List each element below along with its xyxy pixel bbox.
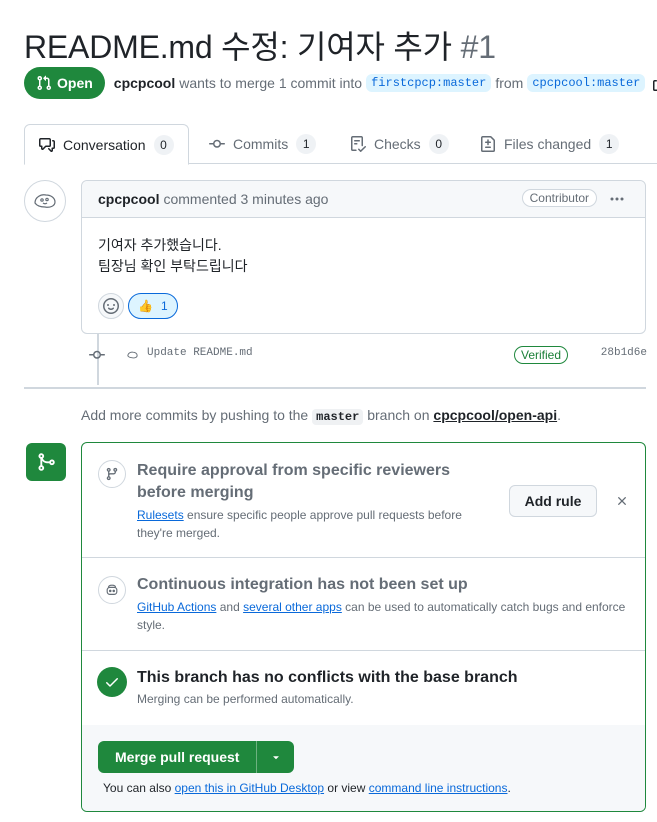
push-note-repo-link[interactable]: cpcpcool/open-api: [433, 407, 557, 423]
contributor-badge: Contributor: [521, 189, 597, 207]
also-suffix: .: [507, 781, 511, 795]
kebab-horizontal-icon[interactable]: [607, 189, 627, 209]
pr-title: README.md 수정: 기여자 추가 #1: [24, 22, 496, 68]
add-reaction-button[interactable]: [98, 293, 124, 319]
ci-desc: GitHub Actions and several other apps ca…: [137, 598, 627, 634]
git-commit-icon: [89, 347, 105, 366]
rules-section: Require approval from specific reviewers…: [82, 443, 645, 558]
git-pull-request-icon: [37, 75, 52, 91]
command-line-link[interactable]: command line instructions: [369, 781, 508, 795]
other-apps-link[interactable]: several other apps: [243, 600, 342, 614]
push-note: Add more commits by pushing to the maste…: [81, 407, 561, 425]
pr-author-link[interactable]: cpcpcool: [114, 75, 175, 91]
from-text: from: [495, 75, 524, 91]
tab-conversation[interactable]: Conversation 0: [24, 124, 189, 165]
git-branch-icon: [98, 460, 126, 488]
tab-checks-count: 0: [428, 134, 449, 154]
git-commit-icon: [209, 139, 225, 148]
push-note-branch: master: [312, 409, 364, 425]
triangle-down-icon: [273, 756, 279, 760]
rules-title: Require approval from specific reviewers…: [137, 462, 451, 501]
verified-badge[interactable]: Verified: [514, 346, 569, 364]
rules-desc-text: ensure specific people approve pull requ…: [137, 508, 462, 540]
avatar-sketch-icon: [34, 194, 56, 208]
merge-button-group: Merge pull request: [98, 741, 295, 773]
merge-footer: Merge pull request You can also open thi…: [82, 725, 645, 811]
base-branch-link[interactable]: firstcpcp:master: [366, 74, 492, 92]
git-merge-icon: [38, 453, 55, 471]
conflict-desc: Merging can be performed automatically.: [137, 692, 354, 706]
commit-avatar-icon: [126, 348, 139, 364]
commit-sha-link[interactable]: 28b1d6e: [601, 347, 647, 359]
tab-commits-count: 1: [296, 134, 317, 154]
copy-icon[interactable]: [653, 75, 657, 91]
merge-text: wants to merge 1 commit into: [179, 75, 363, 91]
tab-conversation-count: 0: [153, 134, 174, 155]
thumbs-up-reaction[interactable]: 👍 1: [128, 293, 178, 319]
tab-checks-label: Checks: [374, 136, 421, 152]
tab-checks[interactable]: Checks 0: [336, 124, 463, 164]
push-note-middle: branch on: [367, 407, 430, 423]
comment-line-2: 팀장님 확인 부탁드립니다: [98, 258, 248, 274]
avatar[interactable]: [24, 180, 66, 222]
state-badge-open: Open: [24, 67, 105, 99]
ci-section: Continuous integration has not been set …: [82, 558, 645, 651]
also-middle: or view: [327, 781, 366, 795]
check-circle-icon: [97, 667, 127, 697]
timeline-divider: [24, 387, 646, 389]
merge-method-dropdown[interactable]: [256, 741, 295, 773]
ci-title: Continuous integration has not been set …: [137, 576, 468, 593]
merge-summary: cpcpcool wants to merge 1 commit into fi…: [114, 74, 657, 92]
timeline-commit: Update README.md Verified 28b1d6e: [81, 344, 647, 366]
copilot-icon: [98, 576, 126, 604]
pr-title-text: README.md 수정: 기여자 추가: [24, 29, 452, 65]
tab-commits[interactable]: Commits 1: [195, 124, 330, 164]
smiley-icon: [103, 298, 119, 314]
tab-files-changed[interactable]: Files changed 1: [466, 124, 633, 164]
reaction-count: 1: [160, 299, 168, 313]
commit-message-link[interactable]: Update README.md: [147, 347, 253, 359]
tab-files-changed-label: Files changed: [504, 136, 592, 152]
comment-meta[interactable]: commented 3 minutes ago: [163, 191, 328, 207]
comment-card: cpcpcool commented 3 minutes ago Contrib…: [81, 180, 646, 334]
conflict-title: This branch has no conflicts with the ba…: [137, 669, 518, 686]
also-prefix: You can also: [103, 781, 172, 795]
rulesets-link[interactable]: Rulesets: [137, 508, 184, 522]
comment-body: 기여자 추가했습니다. 팀장님 확인 부탁드립니다: [82, 218, 645, 277]
push-note-prefix: Add more commits by pushing to the: [81, 407, 309, 423]
ci-and-text: and: [219, 600, 240, 614]
merge-pull-request-button[interactable]: Merge pull request: [98, 741, 257, 773]
pr-number: #1: [460, 29, 496, 65]
tab-commits-label: Commits: [233, 136, 289, 152]
thumbs-up-emoji: 👍: [138, 299, 153, 313]
pr-status-row: Open cpcpcool wants to merge 1 commit in…: [24, 67, 657, 99]
comment-discussion-icon: [39, 137, 55, 152]
merge-status-icon: [26, 443, 66, 481]
close-icon[interactable]: [612, 491, 632, 511]
head-branch-link[interactable]: cpcpcool:master: [527, 74, 646, 92]
tab-files-changed-count: 1: [599, 134, 620, 154]
reactions: 👍 1: [98, 293, 178, 319]
state-label: Open: [57, 75, 93, 91]
checklist-icon: [351, 136, 366, 152]
github-desktop-link[interactable]: open this in GitHub Desktop: [175, 781, 324, 795]
github-actions-link[interactable]: GitHub Actions: [137, 600, 216, 614]
merge-box: Require approval from specific reviewers…: [81, 442, 646, 812]
pr-tabs: Conversation 0 Commits 1 Checks 0 Files …: [24, 124, 657, 165]
push-note-suffix: .: [557, 407, 561, 423]
also-text: You can also open this in GitHub Desktop…: [103, 781, 511, 795]
add-rule-button[interactable]: Add rule: [509, 485, 597, 517]
tab-conversation-label: Conversation: [63, 136, 146, 153]
comment-line-1: 기여자 추가했습니다.: [98, 237, 222, 253]
rules-desc: Rulesets ensure specific people approve …: [137, 506, 497, 542]
comment-author[interactable]: cpcpcool: [98, 191, 159, 207]
file-diff-icon: [481, 136, 495, 152]
